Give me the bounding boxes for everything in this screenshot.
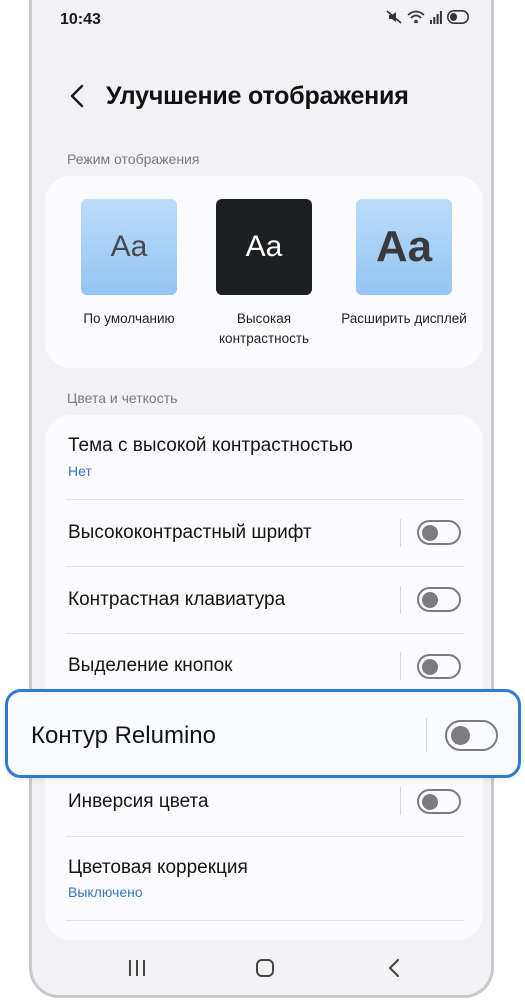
setting-title: Тема с высокой контрастностью [68, 435, 353, 456]
signal-icon [430, 11, 442, 24]
setting-title: Контрастная клавиатура [68, 589, 286, 610]
separator [400, 586, 401, 614]
mode-label-expand-display: Расширить дисплей [341, 311, 467, 326]
mode-thumbnail-high-contrast: Aa [216, 199, 312, 295]
setting-title: Контур Relumino [31, 722, 216, 749]
mode-option-default[interactable]: Aa По умолчанию [64, 199, 194, 329]
setting-row-relumino-outline[interactable]: Контур Relumino [5, 689, 521, 778]
setting-row-high-contrast-font[interactable]: Высококонтрастный шрифт [45, 500, 483, 566]
separator [426, 718, 427, 752]
relumino-outline-toggle[interactable] [445, 720, 498, 751]
toggle-knob [422, 591, 438, 608]
page-title: Улучшение отображения [106, 82, 409, 110]
separator [400, 652, 401, 680]
color-inversion-toggle[interactable] [417, 789, 461, 814]
setting-title: Высококонтрастный шрифт [68, 522, 312, 543]
mode-label-high-contrast: Высокая контрастность [219, 311, 310, 346]
recent-apps-icon [129, 960, 145, 976]
recent-apps-button[interactable] [122, 953, 152, 983]
battery-icon [447, 10, 469, 24]
toggle-knob [422, 658, 438, 675]
mode-glyph: Aa [375, 222, 433, 271]
phone-screen: 10:43 Улучшение отображения Режим отобра… [29, 0, 494, 998]
home-icon [256, 959, 274, 977]
mode-option-expand-display[interactable]: Aa Расширить дисплей [334, 199, 474, 329]
nav-back-button[interactable] [379, 953, 409, 983]
back-button[interactable] [62, 78, 92, 114]
separator [400, 787, 401, 815]
divider [66, 920, 464, 921]
section-label-colors: Цвета и четкость [67, 390, 178, 406]
setting-row-color-correction[interactable]: Цветовая коррекция Выключено [45, 837, 483, 921]
setting-row-high-contrast-theme[interactable]: Тема с высокой контрастностью Нет [45, 415, 483, 499]
high-contrast-font-toggle[interactable] [417, 520, 461, 545]
setting-row-color-inversion[interactable]: Инверсия цвета [45, 770, 483, 836]
navigation-bar [32, 935, 491, 995]
button-shapes-toggle[interactable] [417, 654, 461, 679]
header: Улучшение отображения [32, 76, 491, 116]
separator [400, 519, 401, 547]
toggle-knob [422, 793, 438, 810]
mode-thumbnail-default: Aa [81, 199, 177, 295]
toggle-knob [422, 524, 438, 541]
mode-thumbnail-expand-display: Aa [356, 199, 452, 295]
setting-value: Выключено [68, 884, 143, 900]
status-bar: 10:43 [32, 0, 491, 42]
setting-value: Нет [68, 463, 92, 479]
home-button[interactable] [250, 953, 280, 983]
status-icons [386, 10, 469, 24]
status-time: 10:43 [60, 11, 101, 28]
mute-icon [386, 10, 402, 24]
setting-row-button-shapes[interactable]: Выделение кнопок [45, 634, 483, 684]
contrast-keyboard-toggle[interactable] [417, 587, 461, 612]
mode-label-default: По умолчанию [83, 311, 175, 326]
wifi-icon [407, 10, 425, 24]
back-arrow-icon [70, 84, 84, 108]
mode-glyph: Aa [245, 230, 283, 263]
setting-title: Инверсия цвета [68, 791, 209, 812]
mode-glyph: Aa [110, 230, 148, 263]
mode-option-high-contrast[interactable]: Aa Высокая контрастность [199, 199, 329, 349]
setting-title: Выделение кнопок [68, 655, 233, 676]
section-label-display-mode: Режим отображения [67, 151, 200, 167]
toggle-knob [451, 726, 470, 745]
colors-settings-card: Тема с высокой контрастностью Нет Высоко… [45, 415, 483, 940]
setting-title: Цветовая коррекция [68, 857, 248, 878]
setting-row-contrast-keyboard[interactable]: Контрастная клавиатура [45, 567, 483, 633]
chevron-left-icon [389, 959, 399, 977]
display-mode-card: Aa По умолчанию Aa Высокая контрастность… [45, 176, 483, 368]
